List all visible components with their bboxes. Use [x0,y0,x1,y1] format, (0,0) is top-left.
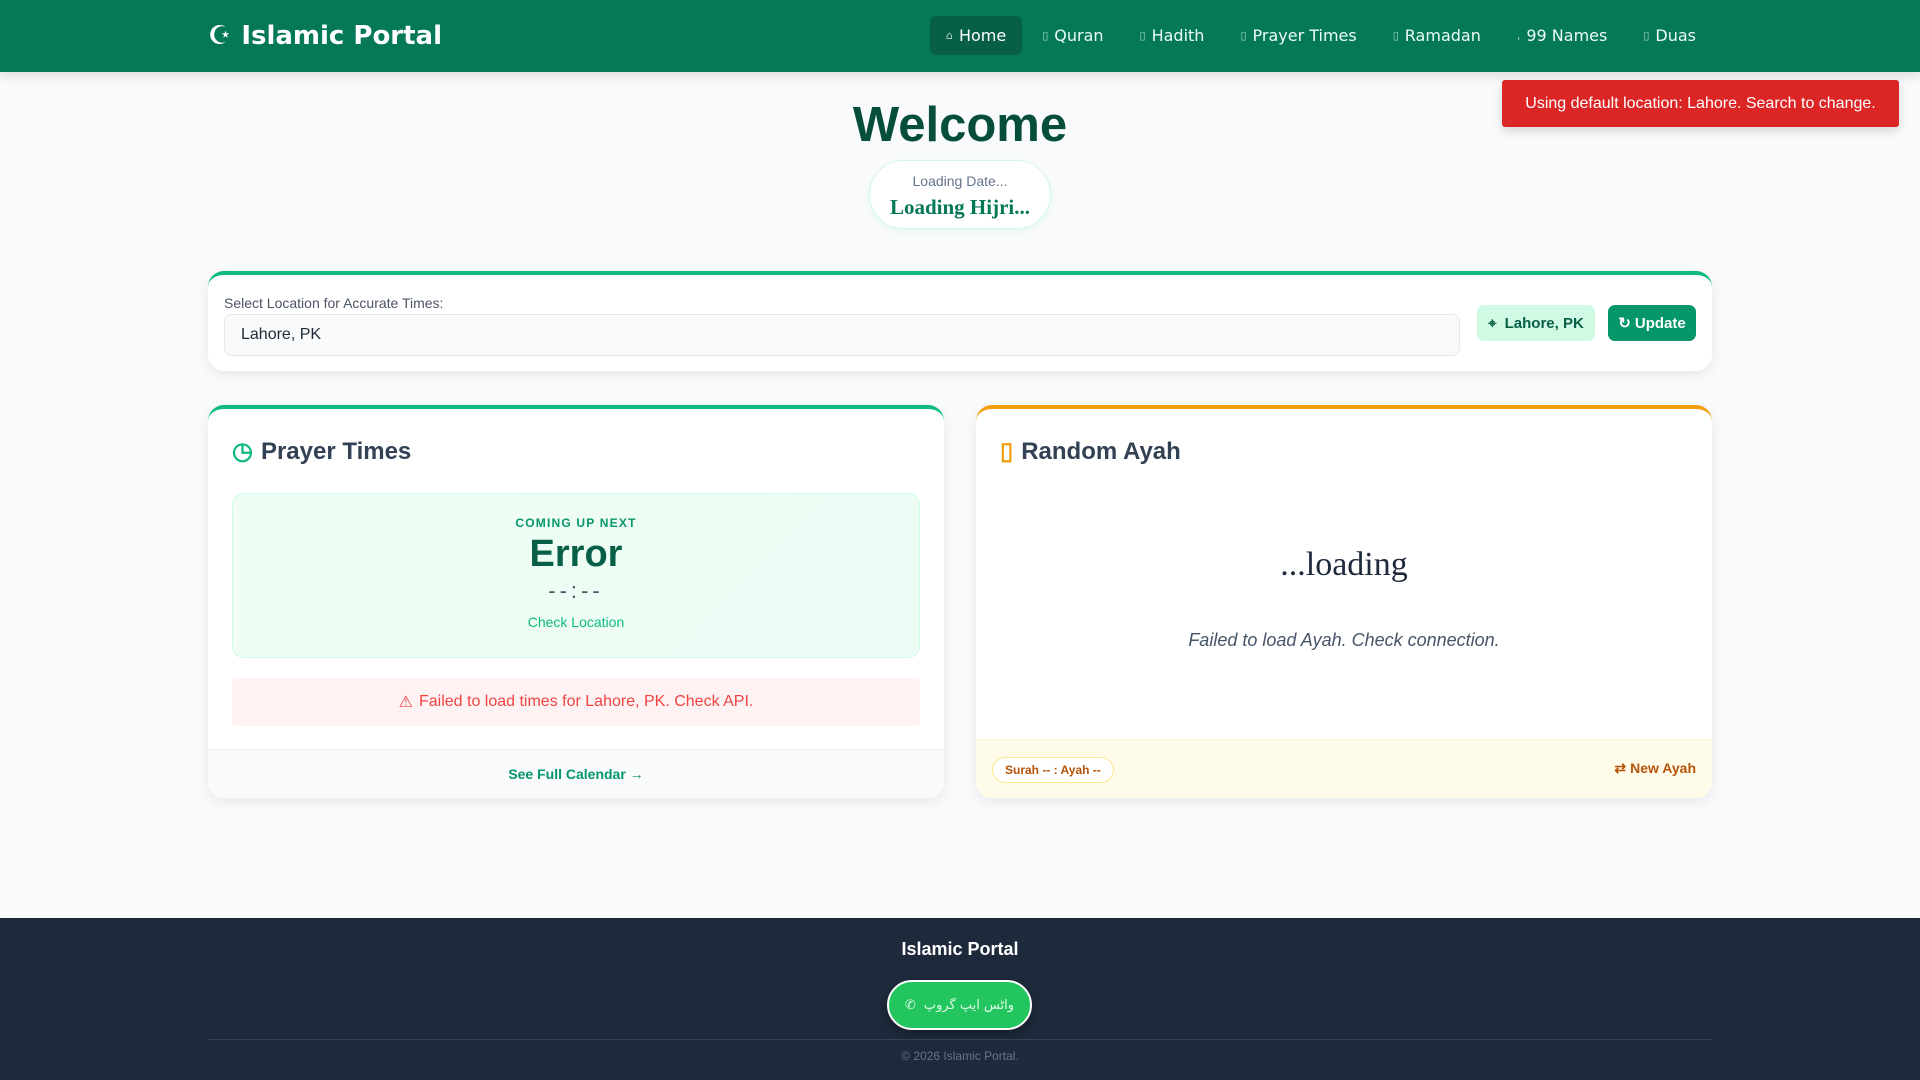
nav-item-ramadan[interactable]: ▯ Ramadan [1377,16,1497,55]
date-pill: Loading Date... Loading Hijri... [869,160,1051,229]
coming-up-label: COMING UP NEXT [515,516,637,530]
button-label: Update [1634,314,1686,332]
ayah-reference-badge: Surah -- : Ayah -- [992,757,1114,783]
nav-item-hadith[interactable]: ▯ Hadith [1124,16,1221,55]
home-icon: ⌂ [945,29,953,42]
warning-icon: ⚠ [398,694,413,711]
refresh-icon: ↻ [1618,315,1631,332]
nav-label: Quran [1054,26,1104,45]
nav-menu: ⌂ Home ▯ Quran ▯ Hadith ▯ Prayer Times ▯ Rama… [929,16,1712,55]
whatsapp-icon: ✆ [904,997,916,1013]
see-full-calendar-link[interactable]: See Full Calendar → [508,766,643,782]
book-icon: ▯ [1042,29,1049,42]
card-footer: See Full Calendar → [208,749,944,798]
next-prayer-box: COMING UP NEXT Error --:-- Check Locatio… [232,493,920,658]
moon-icon: ▯ [1392,29,1399,42]
button-label: New Ayah [1630,760,1696,776]
whatsapp-group-button[interactable]: ✆ واٹس ایپ گروپ [887,980,1032,1030]
nav-label: Duas [1655,26,1696,45]
nav-label: Prayer Times [1252,26,1357,45]
footer-title: Islamic Portal [901,939,1019,959]
nav-item-99-names[interactable]: , 99 Names [1501,16,1623,55]
nav-label: Hadith [1151,26,1205,45]
next-prayer-name: Error [529,533,623,575]
card-title-text: Prayer Times [260,437,412,465]
clock-icon: ◷ [232,438,253,465]
update-button[interactable]: ↻ Update [1608,305,1696,341]
location-card: Select Location for Accurate Times: ⌖ Lah… [208,271,1712,371]
new-ayah-button[interactable]: ⇄ New Ayah [1614,760,1696,777]
next-prayer-sub: Check Location [527,614,625,630]
error-text: Failed to load times for Lahore, PK. Che… [418,693,754,710]
shuffle-icon: ⇄ [1614,760,1627,776]
button-label: Lahore, PK [1504,314,1584,332]
random-ayah-card: ▯ Random Ayah ...loading Failed to load A… [976,405,1712,798]
nav-label: Ramadan [1404,26,1481,45]
location-pin-icon: ⌖ [1488,314,1497,332]
card-title: ▯ Random Ayah [1000,437,1181,466]
gregorian-date: Loading Date... [912,173,1008,189]
top-navbar: ☪ Islamic Portal ⌂ Home ▯ Quran ▯ Hadith ▯ Pr… [0,0,1920,72]
toast-notification: Using default location: Lahore. Search t… [1502,80,1899,127]
location-label: Select Location for Accurate Times: [224,295,444,311]
error-alert: ⚠ Failed to load times for Lahore, PK. Ch… [232,678,920,726]
nav-item-duas[interactable]: ▯ Duas [1627,16,1712,55]
card-title-text: Random Ayah [1021,437,1181,465]
clock-icon: ▯ [1240,29,1247,42]
nav-item-home[interactable]: ⌂ Home [929,16,1023,55]
star-icon: , [1516,29,1521,42]
card-footer: Surah -- : Ayah -- ⇄ New Ayah [976,739,1712,798]
hands-icon: ▯ [1643,29,1650,42]
hijri-date: Loading Hijri... [889,195,1031,219]
scroll-icon: ▯ [1139,29,1146,42]
site-footer: Islamic Portal ✆ واٹس ایپ گروپ © 2026 Isl… [0,918,1920,1080]
mosque-icon: ☪ [208,21,232,51]
next-prayer-time: --:-- [548,578,604,603]
quran-icon: ▯ [1000,438,1014,465]
prayer-times-card: ◷ Prayer Times COMING UP NEXT Error --:--… [208,405,944,798]
nav-item-prayer-times[interactable]: ▯ Prayer Times [1224,16,1372,55]
button-label: واٹس ایپ گروپ [923,997,1015,1013]
brand-logo[interactable]: ☪ Islamic Portal [208,0,442,72]
nav-label: 99 Names [1526,26,1608,45]
copyright: © 2026 Islamic Portal. [901,1049,1019,1063]
nav-item-quran[interactable]: ▯ Quran [1026,16,1119,55]
current-location-button[interactable]: ⌖ Lahore, PK [1477,305,1595,341]
location-input[interactable] [224,314,1460,356]
brand-name: Islamic Portal [241,21,443,51]
ayah-arabic: ...loading [1280,546,1408,583]
card-title: ◷ Prayer Times [232,437,411,466]
footer-divider [208,1039,1712,1040]
nav-label: Home [958,26,1007,45]
ayah-translation: Failed to load Ayah. Check connection. [1188,630,1500,650]
